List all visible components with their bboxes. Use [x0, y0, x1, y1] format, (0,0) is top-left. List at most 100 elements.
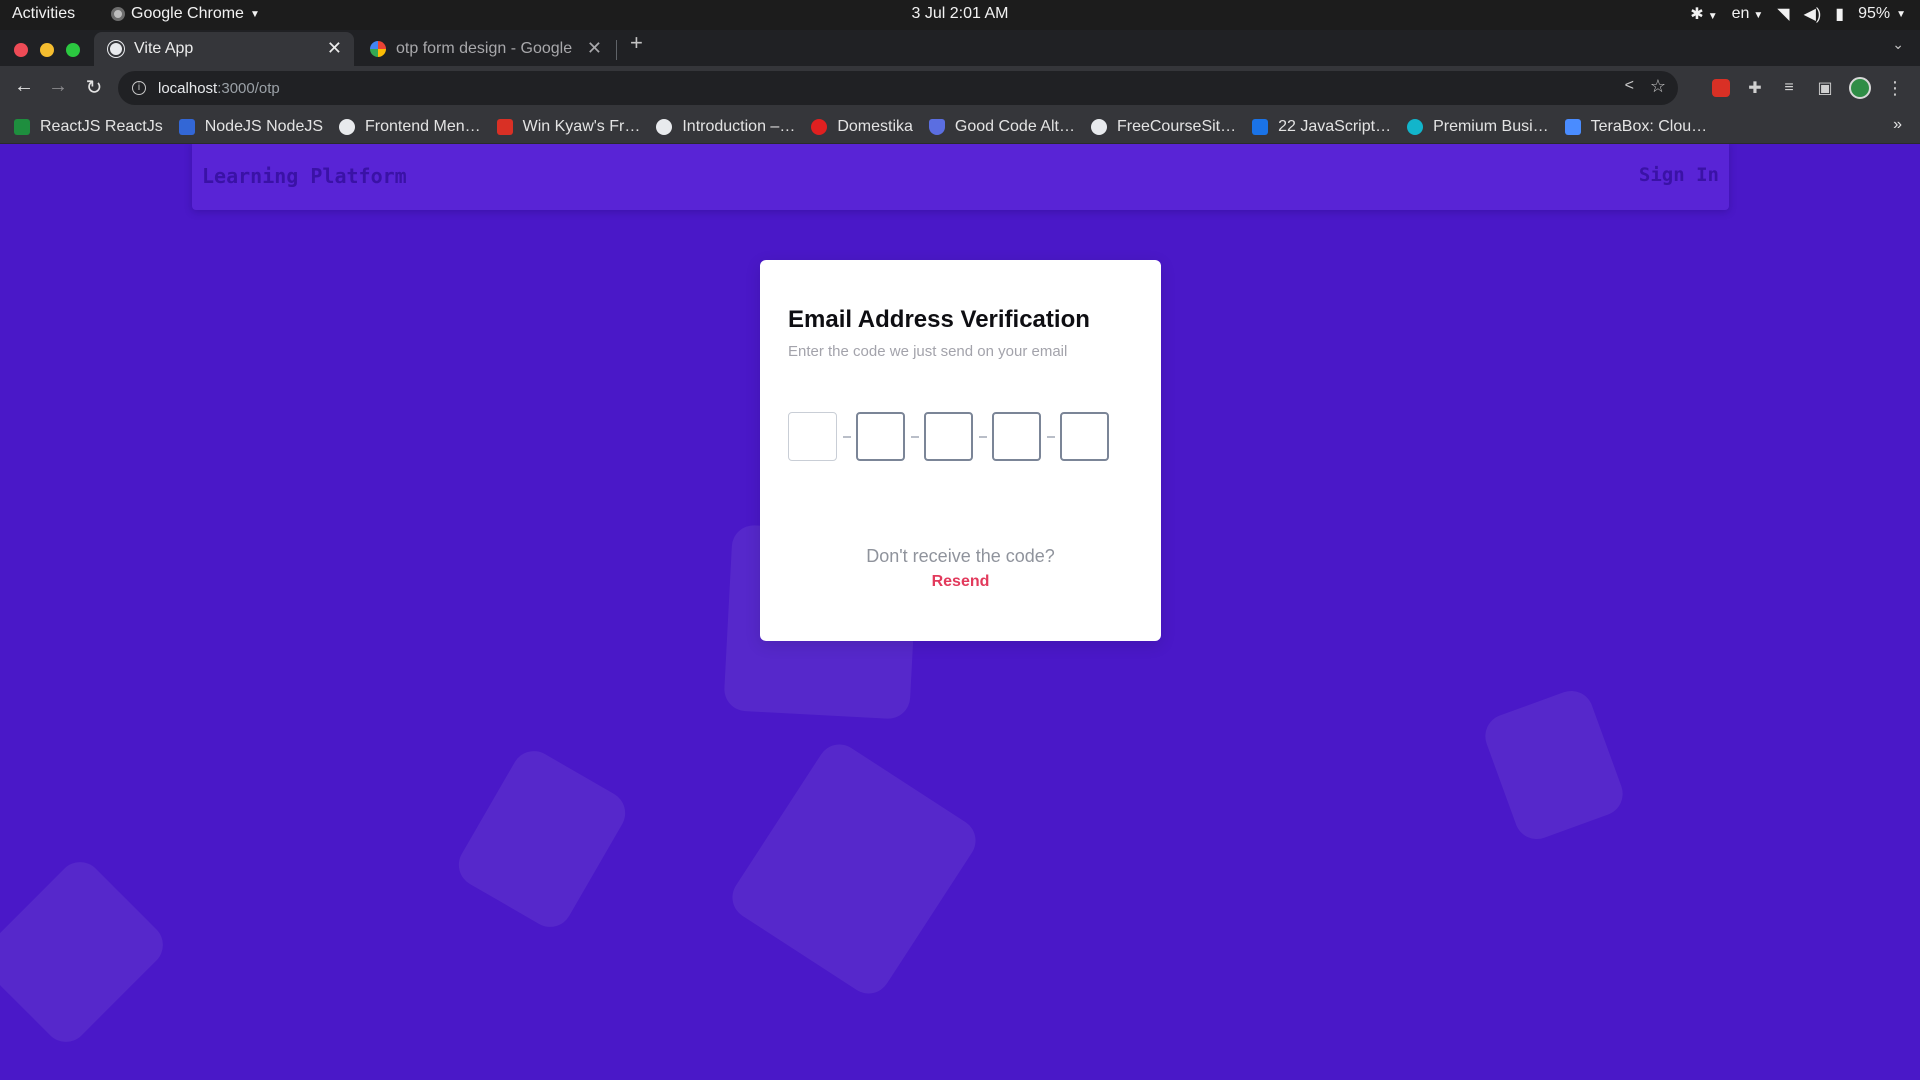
url-path: :3000/otp — [217, 79, 280, 97]
decorative-square — [724, 736, 984, 1002]
wordpress-icon — [1090, 118, 1107, 135]
otp-input-group — [788, 412, 1109, 461]
otp-separator — [1046, 435, 1055, 438]
otp-digit-input[interactable] — [788, 412, 837, 461]
search-bubble-icon — [1407, 118, 1424, 135]
caret-down-icon: ▼ — [1896, 8, 1906, 20]
browser-toolbar: ← → ↻ i localhost :3000/otp < ☆ ✚ ≡ ▣ ⋮ — [0, 66, 1920, 110]
resend-link[interactable]: Resend — [760, 573, 1161, 591]
bookmark-label: NodeJS NodeJS — [204, 117, 324, 135]
system-tray[interactable]: ✱ ▼ en ▼ ◥ ◀) ▮ 95% ▼ — [1690, 4, 1906, 24]
card-title: Email Address Verification — [788, 306, 1090, 333]
domestika-icon — [811, 118, 828, 135]
decorative-square — [1479, 684, 1629, 846]
bookmark-item[interactable]: Good Code Alt… — [928, 117, 1075, 136]
tab-otp-form-design[interactable]: otp form design - Google ✕ — [356, 32, 614, 66]
url-host: localhost — [158, 79, 218, 97]
bookmark-label: Good Code Alt… — [954, 117, 1075, 135]
globe-icon — [656, 118, 673, 135]
otp-separator — [978, 435, 987, 438]
bookmark-item[interactable]: 22 JavaScript… — [1252, 118, 1391, 136]
app-menu-label: Google Chrome — [131, 5, 244, 22]
bookmark-item[interactable]: Premium Busi… — [1407, 118, 1549, 136]
tab-vite-app[interactable]: Vite App ✕ — [94, 32, 354, 66]
otp-digit-input[interactable] — [924, 412, 973, 461]
tab-strip: Vite App ✕ otp form design - Google ✕ + … — [0, 30, 1920, 66]
shield-icon — [928, 118, 945, 135]
profile-avatar[interactable] — [1849, 77, 1871, 99]
os-top-bar: Activities Google Chrome ▼ 3 Jul 2:01 AM… — [0, 0, 1920, 30]
share-icon[interactable]: < — [1625, 77, 1634, 95]
bookmark-item[interactable]: ReactJS ReactJs — [14, 118, 163, 136]
bookmarks-bar: ReactJS ReactJs NodeJS NodeJS Frontend M… — [0, 110, 1920, 144]
site-navbar: Learning Platform Sign In — [192, 144, 1729, 210]
forward-button[interactable]: → — [46, 75, 70, 98]
bookmark-label: FreeCourseSit… — [1116, 117, 1237, 135]
resend-question: Don't receive the code? — [866, 546, 1055, 566]
tab-title: otp form design - Google — [396, 40, 573, 57]
more-menu-icon[interactable]: ⋮ — [1884, 77, 1906, 99]
circle-icon — [339, 118, 356, 135]
bookmark-label: 22 JavaScript… — [1278, 117, 1392, 135]
wifi-icon: ◥ — [1777, 6, 1790, 23]
app-menu[interactable]: Google Chrome ▼ — [111, 5, 260, 23]
media-queue-icon[interactable]: ≡ — [1778, 77, 1800, 99]
window-close-button[interactable] — [14, 43, 28, 57]
bookmark-item[interactable]: TeraBox: Clou… — [1564, 117, 1708, 136]
bookmark-item[interactable]: Domestika — [811, 118, 913, 136]
red-m-icon — [496, 118, 513, 135]
site-info-icon[interactable]: i — [132, 81, 146, 95]
side-panel-icon[interactable]: ▣ — [1814, 77, 1836, 99]
window-minimize-button[interactable] — [40, 43, 54, 57]
decorative-square — [450, 743, 634, 935]
bookmark-label: Premium Busi… — [1433, 117, 1549, 135]
google-icon — [370, 41, 386, 57]
bookmark-label: Domestika — [837, 117, 913, 135]
volume-icon: ◀) — [1803, 6, 1822, 23]
tab-title: Vite App — [134, 40, 194, 57]
more-bookmarks-icon[interactable]: » — [1893, 116, 1902, 134]
tab-separator — [616, 40, 617, 60]
otp-digit-input[interactable] — [1060, 412, 1109, 461]
close-icon[interactable]: ✕ — [587, 38, 602, 59]
bookmark-label: Win Kyaw's Fr… — [522, 117, 641, 135]
otp-digit-input[interactable] — [856, 412, 905, 461]
accessibility-icon[interactable]: ✱ ▼ — [1690, 4, 1717, 24]
extension-red-icon[interactable] — [1710, 77, 1732, 99]
reload-button[interactable]: ↻ — [82, 75, 106, 100]
chrome-icon — [111, 7, 125, 21]
tab-search-icon[interactable]: ⌄ — [1892, 36, 1904, 53]
bookmark-item[interactable]: Frontend Men… — [339, 118, 481, 136]
bookmark-item[interactable]: Introduction –… — [656, 118, 795, 136]
person-icon — [178, 118, 195, 135]
new-tab-button[interactable]: + — [630, 30, 643, 56]
window-maximize-button[interactable] — [66, 43, 80, 57]
back-button[interactable]: ← — [12, 75, 36, 98]
bookmark-star-icon[interactable]: ☆ — [1650, 76, 1666, 97]
site-brand[interactable]: Learning Platform — [202, 164, 407, 188]
address-bar[interactable]: i localhost :3000/otp < ☆ — [118, 71, 1678, 105]
close-icon[interactable]: ✕ — [327, 38, 342, 59]
otp-separator — [842, 435, 851, 438]
bookmark-label: TeraBox: Clou… — [1590, 117, 1708, 135]
otp-digit-input[interactable] — [992, 412, 1041, 461]
terabox-icon — [1564, 118, 1581, 135]
m-icon — [1252, 118, 1269, 135]
bookmark-item[interactable]: NodeJS NodeJS — [178, 117, 324, 136]
language-indicator[interactable]: en ▼ — [1732, 5, 1764, 23]
bookmark-label: Frontend Men… — [365, 117, 481, 135]
activities-button[interactable]: Activities — [12, 5, 75, 23]
battery-icon: ▮ — [1835, 6, 1845, 23]
extensions-puzzle-icon[interactable]: ✚ — [1744, 77, 1766, 99]
bookmark-item[interactable]: Win Kyaw's Fr… — [496, 117, 641, 136]
card-subtitle: Enter the code we just send on your emai… — [788, 343, 1068, 360]
bookmark-label: ReactJS ReactJs — [40, 117, 163, 135]
clock[interactable]: 3 Jul 2:01 AM — [0, 5, 1920, 23]
bookmark-label: Introduction –… — [682, 117, 796, 135]
page-content: Learning Platform Sign In Email Address … — [0, 144, 1920, 1080]
bookmark-item[interactable]: FreeCourseSit… — [1090, 117, 1237, 136]
person-icon — [14, 118, 30, 135]
otp-separator — [910, 435, 919, 438]
sign-in-link[interactable]: Sign In — [1639, 164, 1719, 186]
globe-icon — [108, 41, 124, 57]
